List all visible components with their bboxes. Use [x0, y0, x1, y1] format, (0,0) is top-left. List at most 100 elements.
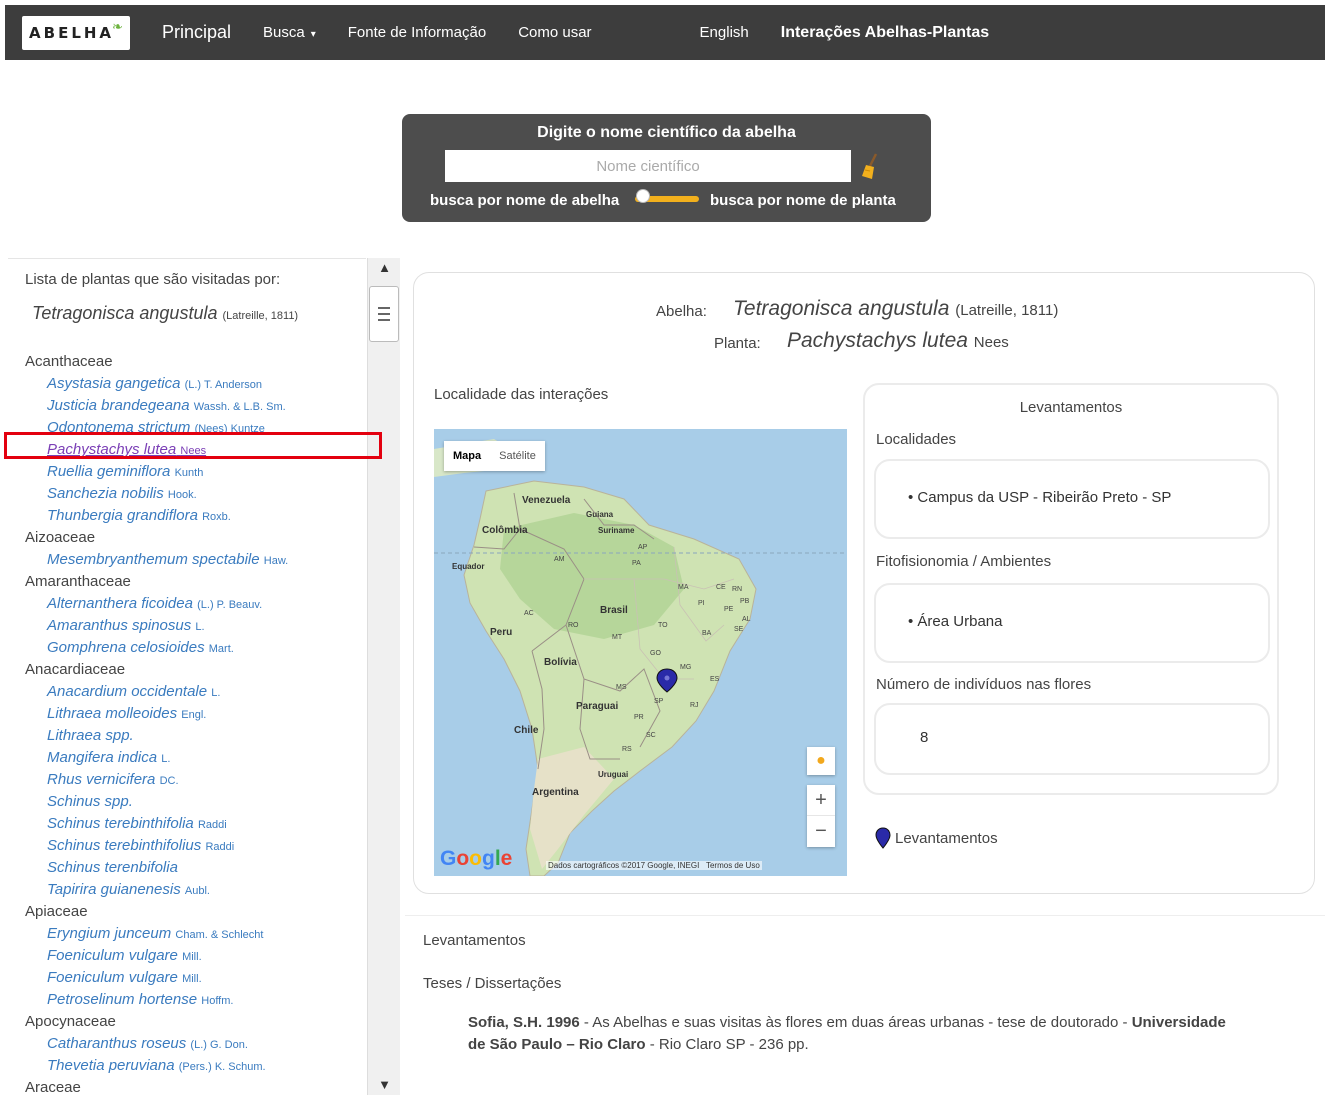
toggle-knob[interactable] — [636, 189, 650, 203]
plant-link[interactable]: Schinus spp. — [25, 791, 365, 813]
map-state-rj: RJ — [690, 702, 699, 709]
plant-author: Wassh. & L.B. Sm. — [193, 401, 286, 413]
nav-interacoes[interactable]: Interações Abelhas-Plantas — [781, 24, 989, 42]
logo[interactable]: ABELHA ❧ — [22, 15, 130, 50]
plant-author: Engl. — [181, 709, 207, 721]
num-individuos-label: Número de indivíduos nas flores — [876, 676, 1092, 693]
plant-link[interactable]: Foeniculum vulgare Mill. — [25, 967, 365, 989]
localidades-box: • Campus da USP - Ribeirão Preto - SP — [874, 459, 1270, 539]
list-header: Lista de plantas que são visitadas por: — [25, 271, 281, 288]
plant-link[interactable]: Gomphrena celosioides Mart. — [25, 637, 365, 659]
nav-como-usar[interactable]: Como usar — [518, 24, 591, 41]
broom-icon[interactable] — [860, 152, 880, 182]
selected-plant-highlight — [4, 432, 382, 459]
plant-link[interactable]: Schinus terenbifolia — [25, 857, 365, 879]
plant-link[interactable]: Sanchezia nobilis Hook. — [25, 483, 365, 505]
plant-link[interactable]: Thunbergia grandiflora Roxb. — [25, 505, 365, 527]
plant-link[interactable]: Anacardium occidentale L. — [25, 681, 365, 703]
plant-link[interactable]: Foeniculum vulgare Mill. — [25, 945, 365, 967]
plant-link[interactable]: Schinus terebinthifolia Raddi — [25, 813, 365, 835]
map-tab-satelite[interactable]: Satélite — [490, 441, 545, 471]
map-state-ac: AC — [524, 610, 534, 617]
map-type-control: Mapa Satélite — [444, 441, 545, 471]
abelha-value: Tetragonisca angustula (Latreille, 1811) — [733, 297, 1058, 321]
plant-name: Anacardium occidentale — [47, 683, 208, 700]
plant-link[interactable]: Amaranthus spinosus L. — [25, 615, 365, 637]
map-legend: Levantamentos — [875, 827, 998, 849]
nav-busca[interactable]: Busca ▾ — [263, 24, 316, 41]
map-label-bolivia: Bolívia — [544, 657, 577, 668]
plant-author: Hoffm. — [201, 995, 234, 1007]
teses-title: Teses / Dissertações — [423, 975, 562, 992]
plant-link[interactable]: Petroselinum hortense Hoffm. — [25, 989, 365, 1011]
scroll-down-arrow-icon[interactable]: ▼ — [368, 1075, 401, 1095]
map-terms-link[interactable]: Termos de Uso — [706, 861, 760, 870]
plant-link[interactable]: Ruellia geminiflora Kunth — [25, 461, 365, 483]
bee-author: (Latreille, 1811) — [222, 310, 299, 322]
plant-link[interactable]: Tapirira guianenesis Aubl. — [25, 879, 365, 901]
scroll-up-arrow-icon[interactable]: ▲ — [368, 258, 401, 278]
map-label-paraguai: Paraguai — [576, 701, 618, 712]
plant-link[interactable]: Lithraea molleoides Engl. — [25, 703, 365, 725]
plant-author: Haw. — [263, 555, 289, 567]
plant-link[interactable]: Schinus terebinthifolius Raddi — [25, 835, 365, 857]
bee-scientific-name: Tetragonisca angustula — [32, 303, 218, 323]
localidades-value: • Campus da USP - Ribeirão Preto - SP — [908, 489, 1172, 506]
map-state-se: SE — [734, 626, 744, 633]
map-marker-legend-icon — [875, 827, 891, 849]
plant-link[interactable]: Eryngium junceum Cham. & Schlecht — [25, 923, 365, 945]
plant-link[interactable]: Mesembryanthemum spectabile Haw. — [25, 549, 365, 571]
zoom-out-button[interactable]: − — [807, 816, 835, 847]
plant-link[interactable]: Rhus vernicifera DC. — [25, 769, 365, 791]
map-label-brasil: Brasil — [600, 605, 628, 616]
page: ABELHA ❧ Principal Busca ▾ Fonte de Inform… — [0, 0, 1325, 1095]
plant-link[interactable]: Lithraea spp. — [25, 725, 365, 747]
plant-link[interactable]: Asystasia gangetica (L.) T. Anderson — [25, 373, 365, 395]
plant-family: Araceae — [25, 1079, 81, 1095]
plant-family: Aizoaceae — [25, 529, 96, 546]
plant-name: Tapirira guianenesis — [47, 881, 181, 898]
num-individuos-value: 8 — [920, 729, 929, 746]
map-state-ap: AP — [638, 544, 648, 551]
map-label-chile: Chile — [514, 725, 539, 736]
scroll-thumb[interactable] — [369, 286, 399, 342]
bottom-separator — [405, 915, 1325, 916]
zoom-control: + − — [807, 785, 835, 847]
search-mode-toggle[interactable]: busca por nome de abelha busca por nome … — [402, 189, 931, 212]
map-tab-mapa[interactable]: Mapa — [444, 441, 490, 471]
plant-link[interactable]: Mangifera indica L. — [25, 747, 365, 769]
plant-author: Roxb. — [202, 511, 231, 523]
plant-name: Foeniculum vulgare — [47, 969, 178, 986]
pegman-icon[interactable]: ● — [807, 747, 835, 775]
map-state-ba: BA — [702, 630, 712, 637]
map-canvas[interactable]: Venezuela Guiana Suriname Colômbia Equad… — [434, 429, 847, 876]
abelha-name: Tetragonisca angustula — [733, 297, 950, 320]
list-scrollbar[interactable]: ▲ ▼ — [367, 258, 400, 1095]
num-individuos-box: 8 — [874, 703, 1270, 775]
nav-fonte[interactable]: Fonte de Informação — [348, 24, 486, 41]
nav-principal[interactable]: Principal — [162, 22, 231, 43]
plant-author: Mart. — [208, 643, 234, 655]
plant-link[interactable]: Catharanthus roseus (L.) G. Don. — [25, 1033, 365, 1055]
toggle-plant-label[interactable]: busca por nome de planta — [710, 192, 896, 209]
map-label-venezuela: Venezuela — [522, 495, 571, 506]
toggle-bee-label[interactable]: busca por nome de abelha — [430, 192, 619, 209]
plant-list: Acanthaceae Asystasia gangetica (L.) T. A… — [25, 351, 365, 1095]
plant-name: Mesembryanthemum spectabile — [47, 551, 260, 568]
plant-author: L. — [211, 687, 221, 699]
search-input[interactable] — [445, 150, 851, 182]
zoom-in-button[interactable]: + — [807, 785, 835, 816]
plant-name: Schinus spp. — [47, 793, 133, 810]
plant-name: Rhus vernicifera — [47, 771, 156, 788]
plant-link[interactable]: Alternanthera ficoidea (L.) P. Beauv. — [25, 593, 365, 615]
plant-link[interactable]: Justicia brandegeana Wassh. & L.B. Sm. — [25, 395, 365, 417]
map-label-uruguai: Uruguai — [598, 770, 628, 779]
interaction-map[interactable]: Venezuela Guiana Suriname Colômbia Equad… — [434, 429, 847, 876]
map-state-ms: MS — [616, 684, 627, 691]
nav-english[interactable]: English — [700, 24, 749, 41]
ref-location: - Rio Claro SP - 236 pp. — [645, 1036, 809, 1053]
map-state-es: ES — [710, 676, 720, 683]
plant-link[interactable]: Thevetia peruviana (Pers.) K. Schum. — [25, 1055, 365, 1077]
fitofisionomia-label: Fitofisionomia / Ambientes — [876, 553, 1052, 570]
plant-author: L. — [161, 753, 171, 765]
